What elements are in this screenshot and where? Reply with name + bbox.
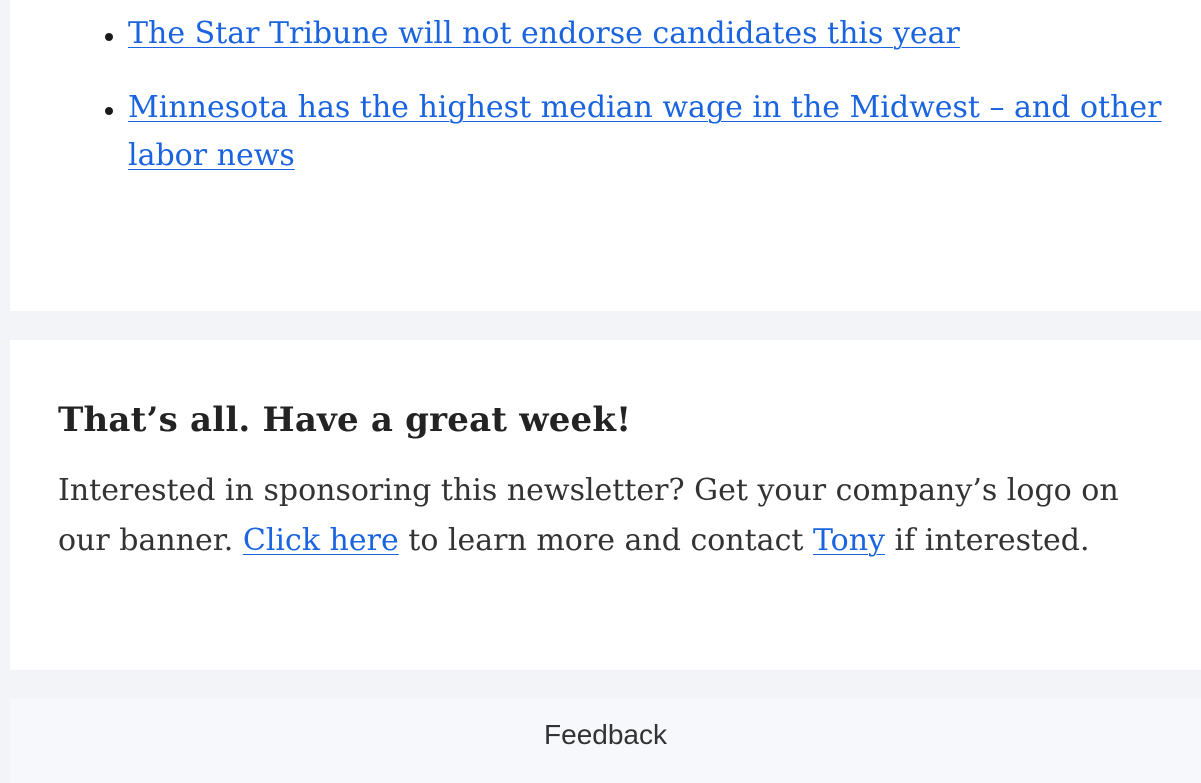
minnesota-median-wage-link[interactable]: Minnesota has the highest median wage in… [128, 90, 1162, 173]
star-tribune-endorse-link[interactable]: The Star Tribune will not endorse candid… [128, 16, 960, 51]
news-link-list: The Star Tribune will not endorse candid… [105, 10, 1168, 180]
list-item: The Star Tribune will not endorse candid… [105, 10, 1168, 58]
signoff-card: That’s all. Have a great week! Intereste… [10, 340, 1201, 670]
click-here-link[interactable]: Click here [243, 523, 399, 558]
footer-card: Feedback [10, 699, 1201, 783]
list-item: Minnesota has the highest median wage in… [105, 84, 1168, 180]
tony-contact-link[interactable]: Tony [813, 523, 885, 558]
signoff-title: That’s all. Have a great week! [58, 400, 632, 440]
sponsorship-middle: to learn more and contact [408, 523, 804, 558]
feedback-link[interactable]: Feedback [10, 719, 1201, 751]
sponsorship-text: Interested in sponsoring this newsletter… [58, 466, 1168, 566]
news-links-card: The Star Tribune will not endorse candid… [10, 0, 1201, 311]
sponsorship-outro: if interested. [894, 523, 1090, 558]
